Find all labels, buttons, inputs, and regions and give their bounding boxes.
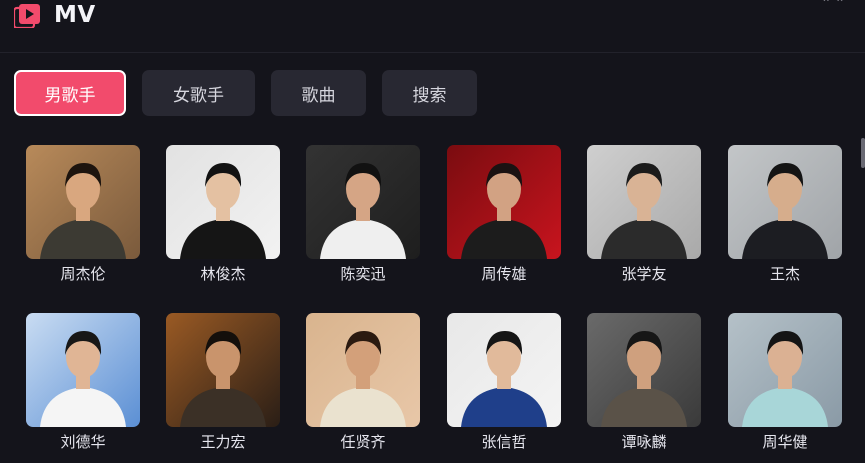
artist-card[interactable]: 周传雄 [447,145,561,285]
tab-label: 搜索 [412,85,447,106]
artist-photo[interactable] [728,313,842,427]
artist-photo[interactable] [26,313,140,427]
artist-name: 周华健 [762,433,808,451]
artist-name: 张信哲 [481,433,527,451]
artist-card[interactable]: 林俊杰 [166,145,280,285]
artist-name: 周传雄 [481,265,527,283]
artist-name: 陈奕迅 [340,265,386,283]
artist-card[interactable]: 周杰伦 [26,145,140,285]
video-play-icon [14,4,40,28]
artist-name: 王力宏 [200,433,246,451]
artist-name: 王杰 [769,265,800,283]
artist-card[interactable]: 任贤齐 [306,313,420,453]
artist-photo[interactable] [447,313,561,427]
artist-photo[interactable] [447,145,561,259]
tab-male-singers[interactable]: 男歌手 [14,70,126,116]
artist-name: 周杰伦 [60,265,106,283]
artist-card[interactable]: 刘德华 [26,313,140,453]
tab-label: 歌曲 [301,85,336,106]
artist-photo[interactable] [587,313,701,427]
page-title: MV [54,2,96,28]
artist-card[interactable]: 周华健 [728,313,842,453]
header-bar: MV ⌃ ⌃ [0,0,865,53]
scrollbar-thumb[interactable] [861,138,865,168]
artist-name: 张学友 [621,265,667,283]
artist-card[interactable]: 王力宏 [166,313,280,453]
artist-name: 林俊杰 [200,265,246,283]
artist-card[interactable]: 谭咏麟 [587,313,701,453]
artist-photo[interactable] [587,145,701,259]
tab-search[interactable]: 搜索 [382,70,477,116]
tab-label: 女歌手 [173,85,224,106]
tab-label: 男歌手 [44,85,96,106]
artist-name: 谭咏麟 [621,433,667,451]
tab-female-singers[interactable]: 女歌手 [142,70,255,116]
artist-photo[interactable] [306,145,420,259]
artist-name: 任贤齐 [340,433,386,451]
artist-card[interactable]: 张学友 [587,145,701,285]
artist-card[interactable]: 王杰 [728,145,842,285]
artist-photo[interactable] [306,313,420,427]
artist-photo[interactable] [728,145,842,259]
window-control-icon[interactable]: ⌃ ⌃ [821,0,845,10]
artist-card[interactable]: 陈奕迅 [306,145,420,285]
scrollbar[interactable] [860,130,865,460]
artist-photo[interactable] [166,313,280,427]
artist-card[interactable]: 张信哲 [447,313,561,453]
tab-songs[interactable]: 歌曲 [271,70,366,116]
artist-photo[interactable] [166,145,280,259]
artist-name: 刘德华 [60,433,106,451]
app-window: MV ⌃ ⌃ 男歌手 女歌手 歌曲 搜索 周杰伦 林俊杰 陈奕迅 周传雄 张学友 王杰刘德… [0,0,865,463]
artist-photo[interactable] [26,145,140,259]
